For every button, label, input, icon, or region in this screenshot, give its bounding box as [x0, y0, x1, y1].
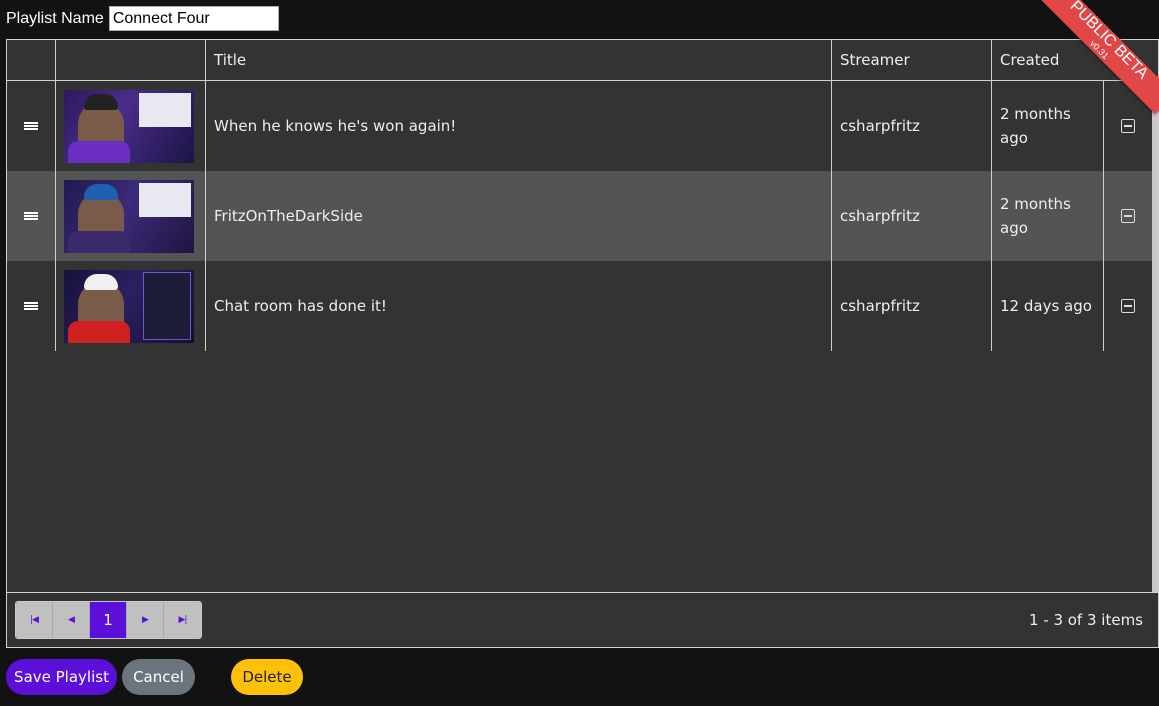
drag-handle-icon[interactable] — [7, 261, 56, 351]
last-page-button[interactable]: ▶| — [164, 602, 201, 638]
remove-icon — [1121, 299, 1135, 313]
clip-streamer: csharpfritz — [832, 81, 992, 171]
clip-created: 2 months ago — [992, 171, 1104, 261]
first-page-button[interactable]: |◀ — [16, 602, 53, 638]
clip-title: When he knows he's won again! — [206, 81, 832, 171]
grid-scrollbar[interactable] — [1152, 81, 1158, 592]
remove-icon — [1121, 119, 1135, 133]
clip-thumbnail — [56, 171, 206, 261]
clip-created: 12 days ago — [992, 261, 1104, 351]
column-header-title[interactable]: Title — [206, 40, 832, 80]
clip-title: Chat room has done it! — [206, 261, 832, 351]
column-header-drag — [7, 40, 56, 80]
clip-streamer: csharpfritz — [832, 261, 992, 351]
next-page-button[interactable]: ▶ — [127, 602, 164, 638]
clip-thumbnail — [56, 81, 206, 171]
drag-handle-icon[interactable] — [7, 171, 56, 261]
remove-clip-button[interactable] — [1104, 261, 1152, 351]
table-row: Chat room has done it! csharpfritz 12 da… — [7, 261, 1152, 351]
column-header-thumbnail — [56, 40, 206, 80]
clip-created: 2 months ago — [992, 81, 1104, 171]
pager-info: 1 - 3 of 3 items — [1028, 611, 1143, 629]
playlist-name-bar: Playlist Name — [6, 4, 279, 33]
clip-thumbnail — [56, 261, 206, 351]
next-page-icon: ▶ — [142, 615, 149, 625]
first-page-icon: |◀ — [30, 615, 39, 625]
save-playlist-button[interactable]: Save Playlist — [6, 659, 117, 695]
remove-clip-button[interactable] — [1104, 81, 1152, 171]
grid-pager: |◀ ◀ 1 ▶ ▶| 1 - 3 of 3 items — [7, 592, 1158, 647]
cancel-button[interactable]: Cancel — [122, 659, 195, 695]
column-header-created[interactable]: Created — [992, 40, 1152, 80]
drag-handle-icon[interactable] — [7, 81, 56, 171]
grid-rows: When he knows he's won again! csharpfrit… — [7, 81, 1152, 351]
prev-page-icon: ◀ — [68, 615, 75, 625]
playlist-name-label: Playlist Name — [6, 9, 104, 27]
table-row: FritzOnTheDarkSide csharpfritz 2 months … — [7, 171, 1152, 261]
clip-title: FritzOnTheDarkSide — [206, 171, 832, 261]
remove-clip-button[interactable] — [1104, 171, 1152, 261]
column-header-streamer[interactable]: Streamer — [832, 40, 992, 80]
delete-button[interactable]: Delete — [231, 659, 303, 695]
playlist-name-input[interactable] — [108, 6, 279, 31]
clip-streamer: csharpfritz — [832, 171, 992, 261]
prev-page-button[interactable]: ◀ — [53, 602, 90, 638]
last-page-icon: ▶| — [178, 615, 188, 625]
clips-grid: Title Streamer Created When he knows he'… — [6, 39, 1159, 648]
grid-header: Title Streamer Created — [7, 40, 1152, 81]
table-row: When he knows he's won again! csharpfrit… — [7, 81, 1152, 171]
pager-buttons: |◀ ◀ 1 ▶ ▶| — [15, 601, 202, 639]
remove-icon — [1121, 209, 1135, 223]
page-number-button[interactable]: 1 — [90, 602, 127, 638]
playlist-actions: Save Playlist Cancel Delete — [6, 659, 303, 695]
